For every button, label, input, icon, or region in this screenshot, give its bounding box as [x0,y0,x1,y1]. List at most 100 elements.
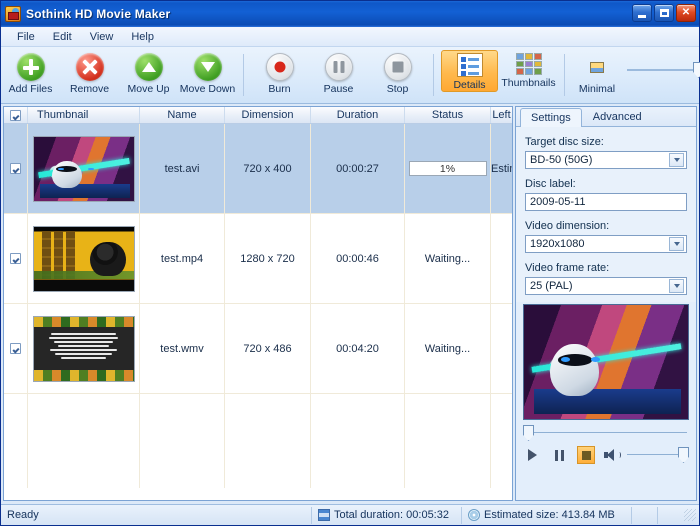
toolbar-separator-2 [433,54,434,96]
resize-grip[interactable] [684,509,696,521]
progress-bar: 1% [409,161,487,176]
move-down-label: Move Down [180,83,235,95]
remove-button[interactable]: Remove [61,50,118,95]
video-frame-rate-label: Video frame rate: [525,262,687,274]
movie-maker-icon [5,6,21,22]
pause-button[interactable]: Pause [310,50,367,95]
volume-slider[interactable] [627,447,689,463]
row-thumbnail-cell [28,304,140,393]
column-header-name[interactable]: Name [140,107,225,123]
add-files-button[interactable]: Add Files [2,50,59,95]
safety-video-scene-thumbnail [33,316,135,382]
volume-thumb[interactable] [678,447,689,463]
select-all-header[interactable] [4,107,28,123]
row-checkbox-cell[interactable] [4,304,28,393]
menu-view[interactable]: View [81,29,123,45]
row-thumbnail-cell [28,124,140,213]
wall-e-scene-thumbnail [33,136,135,202]
move-down-icon [194,53,222,81]
video-dimension-select[interactable]: 1920x1080 [525,235,687,253]
video-frame-rate-select[interactable]: 25 (PAL) [525,277,687,295]
video-dimension-label: Video dimension: [525,220,687,232]
volume-icon[interactable] [604,449,618,461]
row-name: test.mp4 [140,214,225,303]
row-duration: 00:04:20 [311,304,405,393]
minimal-size-icon [590,62,604,73]
row-checkbox[interactable] [10,253,21,264]
row-name: test.avi [140,124,225,213]
row-dimension: 720 x 486 [225,304,311,393]
table-row[interactable]: test.avi 720 x 400 00:00:27 1% Estimatin… [4,124,512,214]
wall-e-scene-preview[interactable] [523,304,689,420]
column-header-duration[interactable]: Duration [311,107,405,123]
playback-controls [523,444,689,466]
application-window: Sothink HD Movie Maker ✕ File Edit View … [0,0,700,526]
film-icon [318,509,330,521]
video-frame-rate-value: 25 (PAL) [530,280,573,292]
file-list-empty-area[interactable] [4,394,512,488]
target-disc-size-select[interactable]: BD-50 (50G) [525,151,687,169]
chevron-down-icon[interactable] [669,237,684,251]
menu-edit[interactable]: Edit [44,29,81,45]
row-left [491,214,512,303]
row-dimension: 720 x 400 [225,124,311,213]
disc-icon [468,509,480,521]
tab-advanced[interactable]: Advanced [582,107,653,126]
table-row[interactable]: test.mp4 1280 x 720 00:00:46 Waiting... [4,214,512,304]
disc-label-field: Disc label: 2009-05-11 [525,178,687,211]
close-button[interactable]: ✕ [676,4,696,22]
status-message: Ready [1,507,312,524]
row-checkbox[interactable] [10,343,21,354]
title-bar: Sothink HD Movie Maker ✕ [1,1,699,27]
preview-pause-button[interactable] [550,446,568,464]
column-header-thumbnail[interactable]: Thumbnail [28,107,140,123]
thumbnails-view-button[interactable]: Thumbnails [500,50,557,89]
thumbnails-view-label: Thumbnails [501,77,555,89]
move-up-button[interactable]: Move Up [120,50,177,95]
chevron-down-icon[interactable] [669,153,684,167]
menu-help[interactable]: Help [122,29,163,45]
preview-play-button[interactable] [523,446,541,464]
video-frame-rate-field: Video frame rate: 25 (PAL) [525,262,687,295]
select-all-checkbox[interactable] [10,110,21,121]
chevron-down-icon[interactable] [669,279,684,293]
table-row[interactable]: test.wmv 720 x 486 00:04:20 Waiting... [4,304,512,394]
preview-stop-button[interactable] [577,446,595,464]
menu-file[interactable]: File [8,29,44,45]
maximize-button[interactable] [654,4,674,22]
seek-thumb[interactable] [523,425,534,441]
status-spacer-1 [632,507,658,524]
slider-thumb[interactable] [693,62,700,78]
thumbnail-size-slider[interactable] [627,62,700,78]
row-checkbox-cell[interactable] [4,124,28,213]
row-checkbox[interactable] [10,163,21,174]
column-header-status[interactable]: Status [405,107,491,123]
file-list-body: test.avi 720 x 400 00:00:27 1% Estimatin… [4,124,512,500]
minimize-button[interactable] [632,4,652,22]
status-bar: Ready Total duration: 00:05:32 Estimated… [1,504,699,525]
disc-label-input[interactable]: 2009-05-11 [525,193,687,211]
remove-label: Remove [70,83,109,95]
file-list-header: Thumbnail Name Dimension Duration Status… [4,107,512,124]
column-header-left[interactable]: Left [491,107,512,123]
kung-fu-panda-scene-thumbnail [33,226,135,292]
move-down-button[interactable]: Move Down [179,50,236,95]
details-view-label: Details [453,79,485,91]
video-dimension-value: 1920x1080 [530,238,584,250]
burn-button[interactable]: Burn [251,50,308,95]
row-duration: 00:00:27 [311,124,405,213]
tab-settings[interactable]: Settings [520,108,582,127]
main-content: Thumbnail Name Dimension Duration Status… [1,104,699,504]
seek-slider[interactable] [523,425,689,441]
minimal-size-button[interactable]: Minimal [572,50,622,95]
row-checkbox-cell[interactable] [4,214,28,303]
details-view-button[interactable]: Details [441,50,498,92]
seek-track [532,432,687,433]
column-header-dimension[interactable]: Dimension [225,107,311,123]
slider-track [627,69,700,71]
toolbar-separator-1 [243,54,244,96]
toolbar-separator-3 [564,54,565,96]
settings-tabs: Settings Advanced [516,107,696,127]
stop-button[interactable]: Stop [369,50,426,95]
row-duration: 00:00:46 [311,214,405,303]
